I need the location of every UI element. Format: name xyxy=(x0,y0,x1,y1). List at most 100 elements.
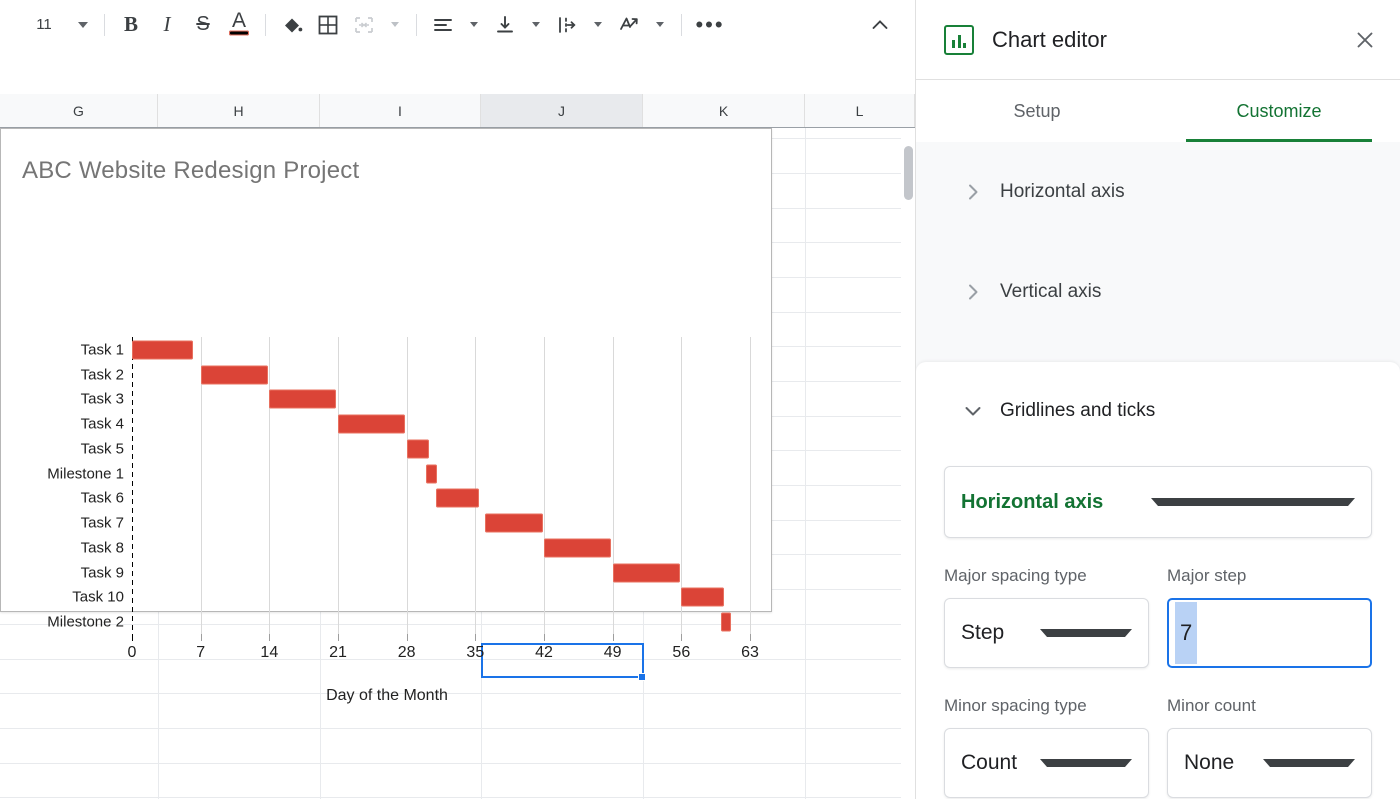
minor-count-dropdown[interactable]: None xyxy=(1167,728,1372,798)
horizontal-align-button[interactable] xyxy=(425,9,461,41)
major-spacing-type-value: Step xyxy=(961,621,1005,644)
italic-label: I xyxy=(163,12,171,36)
chart-x-tick-label: 49 xyxy=(603,644,622,662)
column-header-label: G xyxy=(73,102,84,119)
major-spacing-type-dropdown[interactable]: Step xyxy=(944,598,1149,668)
chart-category-label: Task 8 xyxy=(80,539,124,557)
more-options-button[interactable]: ••• xyxy=(690,9,730,41)
chart-editor-title: Chart editor xyxy=(992,26,1107,52)
axis-selector-dropdown[interactable]: Horizontal axis xyxy=(944,466,1372,538)
toolbar-divider xyxy=(681,13,682,36)
chart-x-tick-label: 42 xyxy=(535,644,553,662)
text-wrap-icon xyxy=(559,16,576,33)
vertical-align-dropdown-icon[interactable] xyxy=(523,9,549,41)
chart-bar[interactable] xyxy=(544,538,611,558)
column-header-h[interactable]: H xyxy=(158,94,320,127)
chart-bar[interactable] xyxy=(720,612,732,632)
chart-x-tick-label: 14 xyxy=(260,644,279,662)
chart-x-tick-label: 63 xyxy=(741,644,759,662)
column-header-label: H xyxy=(233,102,244,119)
tab-customize[interactable]: Customize xyxy=(1158,80,1400,142)
chart-x-tick-label: 0 xyxy=(127,644,137,662)
section-horizontal-axis[interactable]: Horizontal axis xyxy=(916,142,1400,242)
chart-bar[interactable] xyxy=(436,488,480,508)
align-left-icon xyxy=(434,18,452,31)
column-header-k[interactable]: K xyxy=(643,94,805,127)
major-step-input[interactable]: 7 xyxy=(1167,598,1372,668)
text-rotation-dropdown-icon[interactable] xyxy=(647,9,673,41)
chart-gridline xyxy=(406,337,408,435)
chart-x-tick-label: 21 xyxy=(329,644,347,662)
field-label: Major step xyxy=(1167,566,1247,585)
font-size-dropdown-icon[interactable] xyxy=(70,9,96,41)
field-label: Minor spacing type xyxy=(944,696,1087,715)
chart-x-tick xyxy=(612,634,614,642)
text-rotation-button[interactable] xyxy=(611,9,647,41)
column-header-g[interactable]: G xyxy=(0,94,158,127)
borders-button[interactable] xyxy=(310,9,346,41)
chevron-right-icon xyxy=(960,181,986,203)
grid-column-line xyxy=(805,128,806,799)
fill-color-button[interactable] xyxy=(274,9,310,41)
chart-x-tick xyxy=(544,634,545,642)
chart-bar[interactable] xyxy=(269,389,337,409)
chart-x-tick-label: 35 xyxy=(466,644,485,662)
column-header-l[interactable]: L xyxy=(805,94,915,127)
section-label: Gridlines and ticks xyxy=(1000,400,1156,421)
merge-cells-icon xyxy=(355,16,373,33)
text-wrapping-button[interactable] xyxy=(549,9,585,41)
text-color-button[interactable]: A xyxy=(221,9,257,41)
horizontal-align-dropdown-icon[interactable] xyxy=(461,9,487,41)
chart-bar[interactable] xyxy=(406,439,430,459)
borders-icon xyxy=(318,15,338,34)
merge-cells-button[interactable] xyxy=(346,9,382,41)
chevron-down-icon xyxy=(1039,759,1132,767)
vertical-scrollbar-thumb[interactable] xyxy=(904,146,913,200)
chart-x-tick-label: 56 xyxy=(672,644,691,662)
chart-bar[interactable] xyxy=(426,464,438,484)
bold-button[interactable]: B xyxy=(113,9,149,41)
chevron-down-icon xyxy=(1262,759,1355,767)
chart-x-tick xyxy=(406,634,408,642)
strikethrough-label: S xyxy=(196,13,210,35)
collapse-toolbar-button[interactable] xyxy=(863,9,897,41)
column-header-label: I xyxy=(398,102,402,119)
chart-bar[interactable] xyxy=(485,513,544,533)
strikethrough-button[interactable]: S xyxy=(185,9,221,41)
chart-category-label: Task 2 xyxy=(80,366,124,384)
column-header-label: K xyxy=(718,102,729,119)
section-gridlines-header[interactable]: Gridlines and ticks xyxy=(944,362,1372,460)
chart-x-tick xyxy=(269,634,271,642)
column-header-i[interactable]: I xyxy=(320,94,481,127)
bold-label: B xyxy=(123,12,138,36)
minor-spacing-type-dropdown[interactable]: Count xyxy=(944,728,1149,798)
chart-x-tick-label: 7 xyxy=(196,644,206,662)
italic-button[interactable]: I xyxy=(149,9,185,41)
selection-fill-handle[interactable] xyxy=(638,673,646,681)
field-major-step: Major step 7 xyxy=(1167,566,1372,668)
chart-category-label: Task 6 xyxy=(80,489,124,507)
chart-bar[interactable] xyxy=(681,587,725,607)
vertical-scrollbar[interactable] xyxy=(901,128,915,799)
tab-setup[interactable]: Setup xyxy=(916,80,1158,142)
chart-bar[interactable] xyxy=(132,340,193,360)
chart-bar[interactable] xyxy=(200,365,269,385)
vertical-align-button[interactable] xyxy=(487,9,523,41)
bar-chart-icon xyxy=(944,24,974,55)
chart-gridline xyxy=(612,337,614,558)
chart-x-tick-label: 28 xyxy=(397,644,416,662)
section-label: Vertical axis xyxy=(1000,281,1102,302)
chart-bar[interactable] xyxy=(612,563,681,583)
chart-category-label: Task 7 xyxy=(80,514,124,532)
chart-bar[interactable] xyxy=(338,414,405,434)
font-size-value[interactable]: 11 xyxy=(18,9,70,41)
text-wrapping-dropdown-icon[interactable] xyxy=(585,9,611,41)
merge-dropdown-icon[interactable] xyxy=(382,9,408,41)
section-vertical-axis[interactable]: Vertical axis xyxy=(916,242,1400,342)
spreadsheet-area: 11 B I S A ••• G H I J K L ABC Website R… xyxy=(0,0,915,799)
gantt-chart-object[interactable]: ABC Website Redesign Project Task 1 Task … xyxy=(0,128,773,704)
column-header-label: J xyxy=(558,102,565,119)
close-button[interactable] xyxy=(1348,23,1382,57)
chart-plot-area: Task 1 Task 2 Task 3 Task 4 Task 5 Milestone … xyxy=(1,129,773,661)
column-header-j[interactable]: J xyxy=(481,94,643,127)
